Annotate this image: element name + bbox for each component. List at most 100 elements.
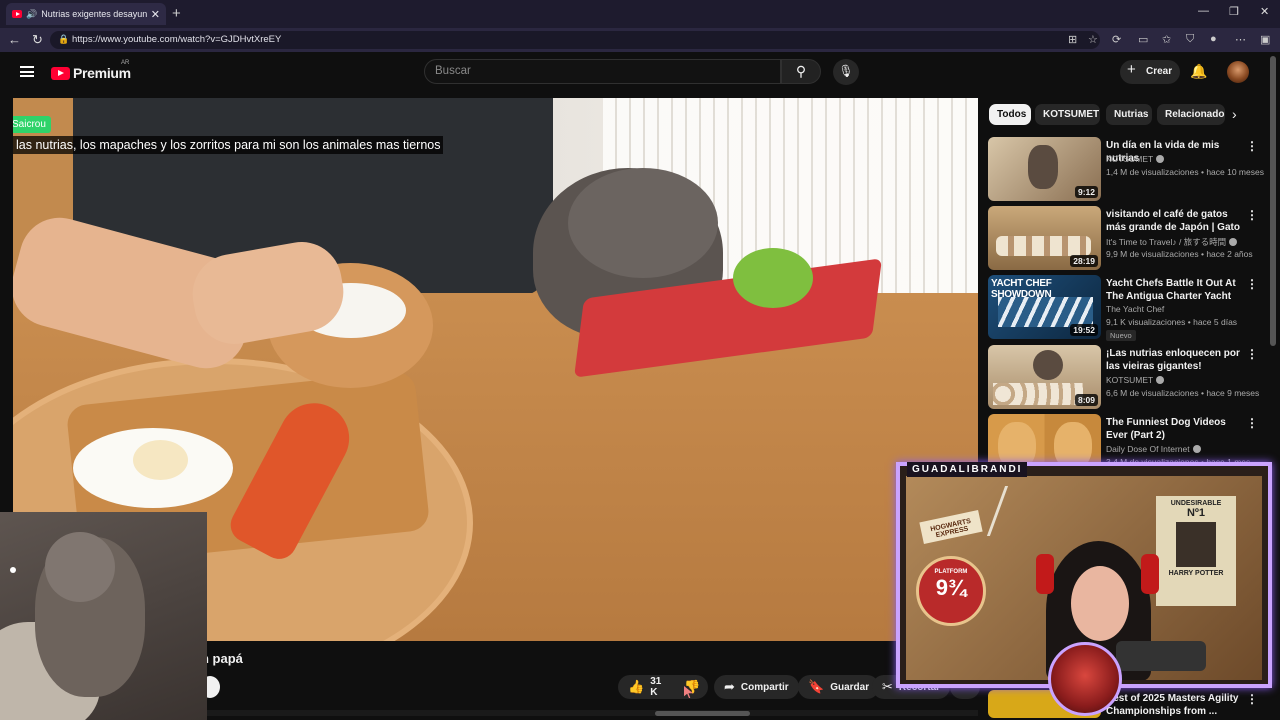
headphones-icon	[1036, 554, 1054, 594]
channel-name: KOTSUMET	[1106, 154, 1165, 164]
more-vertical-icon[interactable]: ⋮	[1246, 139, 1258, 153]
hogwarts-sign: HOGWARTS EXPRESS	[919, 510, 983, 544]
more-menu-icon[interactable]: ⋯	[1235, 33, 1246, 46]
recommendation-item[interactable]: 8:09 ¡Las nutrias enloquecen por las vie…	[988, 345, 1263, 411]
microphone-arm	[1116, 641, 1206, 671]
browser-tab[interactable]: 🔊 Nutrias exigentes desayunan con papá ✕	[6, 3, 166, 25]
youtube-favicon-icon	[12, 10, 22, 18]
user-avatar[interactable]	[1227, 61, 1249, 83]
recommendation-title[interactable]: The Funniest Dog Videos Ever (Part 2)	[1106, 416, 1246, 442]
platform-sign: PLATFORM 9¾	[916, 556, 986, 626]
create-button[interactable]: + Crear	[1120, 60, 1180, 84]
poster-name: HARRY POTTER	[1168, 570, 1224, 577]
lightning-bolt-icon	[986, 486, 1036, 536]
share-button[interactable]: ➦ Compartir	[714, 675, 799, 699]
app-icon[interactable]: ⊞	[1068, 33, 1077, 46]
close-tab-icon[interactable]: ✕	[151, 8, 160, 21]
like-count: 31 K	[650, 676, 662, 698]
recommendation-item[interactable]: 9:12 Un día en la vida de mis nutrias KO…	[988, 137, 1264, 203]
verified-check-icon	[1229, 238, 1238, 246]
like-button[interactable]: 👍 31 K	[618, 675, 676, 699]
scrollbar-thumb[interactable]	[655, 711, 750, 716]
url-text: https://www.youtube.com/watch?v=GJDHvtXr…	[72, 34, 282, 45]
extensions-icon[interactable]: ⟳	[1112, 33, 1121, 46]
thumbs-up-icon: 👍	[628, 679, 645, 694]
page-scrollbar[interactable]	[1270, 56, 1276, 346]
duration-badge: 9:12	[1074, 186, 1098, 198]
browser-toolbar: ← ↻ 🔒 https://www.youtube.com/watch?v=GJ…	[0, 28, 1280, 52]
chip-relacionados[interactable]: Relacionados	[1157, 104, 1225, 125]
youtube-logo[interactable]: Premium AR	[51, 60, 131, 81]
dislike-button[interactable]: 👎	[676, 675, 708, 699]
platform-number: 9¾	[935, 575, 967, 600]
save-label: Guardar	[830, 681, 870, 693]
video-thumbnail[interactable]: 9:12	[988, 137, 1101, 201]
video-meta: 1,4 M de visualizaciones • hace 10 meses	[1106, 167, 1264, 177]
address-bar[interactable]: 🔒 https://www.youtube.com/watch?v=GJDHvt…	[50, 31, 1100, 49]
video-thumbnail[interactable]: YACHT CHEF SHOWDOWN 19:52	[988, 275, 1101, 339]
shield-icon[interactable]: ⛉	[1186, 33, 1194, 46]
more-vertical-icon[interactable]: ⋮	[1246, 277, 1258, 291]
search-icon: ⚲	[795, 63, 807, 79]
favorite-star-icon[interactable]: ☆	[1088, 33, 1098, 46]
thumb-otter	[1033, 350, 1063, 380]
chip-kotsumet[interactable]: KOTSUMET	[1035, 104, 1100, 125]
new-tab-icon[interactable]: +	[172, 5, 181, 22]
duration-badge: 19:52	[1070, 324, 1098, 336]
recommendation-title[interactable]: ¡Las nutrias enloquecen por las vieiras …	[1106, 347, 1246, 373]
more-vertical-icon[interactable]: ⋮	[1246, 347, 1258, 361]
otter-overlay-cam	[0, 512, 207, 720]
video-meta: 6,6 M de visualizaciones • hace 9 meses	[1106, 388, 1260, 398]
notifications-bell-icon[interactable]: 🔔	[1190, 63, 1207, 80]
search-input[interactable]: Buscar	[424, 59, 781, 84]
recommendation-item[interactable]: Best of 2025 Masters Agility Championshi…	[988, 690, 1263, 718]
more-vertical-icon[interactable]: ⋮	[1246, 692, 1258, 706]
speaker-icon[interactable]: 🔊	[26, 9, 37, 20]
profile-icon[interactable]: ●	[1210, 33, 1217, 45]
search-button[interactable]: ⚲	[781, 59, 821, 84]
back-icon[interactable]: ←	[8, 32, 21, 47]
thumb-otter	[1028, 145, 1058, 189]
streamer-face	[1071, 566, 1129, 641]
browser-tab-bar: 🔊 Nutrias exigentes desayunan con papá ✕…	[0, 0, 1280, 28]
close-window-icon[interactable]: ✕	[1260, 5, 1269, 18]
video-otter-head	[568, 168, 718, 278]
streamer-name: GUADALIBRANDI	[907, 462, 1028, 477]
maximize-icon[interactable]: ❐	[1229, 5, 1239, 18]
voice-search-button[interactable]: 🎙	[833, 59, 859, 85]
share-label: Compartir	[740, 681, 789, 693]
recommendation-item[interactable]: YACHT CHEF SHOWDOWN 19:52 Yacht Chefs Ba…	[988, 275, 1263, 341]
light-dot	[10, 567, 16, 573]
chip-nutrias[interactable]: Nutrias	[1106, 104, 1152, 125]
more-vertical-icon[interactable]: ⋮	[1246, 208, 1258, 222]
new-badge: Nuevo	[1106, 330, 1136, 341]
save-button[interactable]: 🔖 Guardar	[798, 675, 880, 699]
minimize-icon[interactable]: —	[1198, 5, 1209, 17]
reload-icon[interactable]: ↻	[32, 32, 43, 48]
chat-username: Saicrou	[13, 116, 51, 133]
country-code: AR	[121, 60, 130, 66]
video-thumbnail[interactable]: 8:09	[988, 345, 1101, 409]
headphones-right	[1141, 554, 1159, 594]
recommendation-title[interactable]: Yacht Chefs Battle It Out At The Antigua…	[1106, 277, 1246, 304]
recommendation-title[interactable]: Best of 2025 Masters Agility Championshi…	[1106, 692, 1246, 718]
microphone-icon: 🎙	[838, 64, 854, 78]
split-screen-icon[interactable]: ▭	[1138, 33, 1148, 46]
streamer-avatar	[1048, 642, 1122, 716]
thumb-cats	[996, 236, 1091, 256]
channel-name: It's Time to Travel♪ / 旅する時間	[1106, 236, 1238, 248]
chat-message: las nutrias, los mapaches y los zorritos…	[13, 136, 444, 154]
favorites-icon[interactable]: ✩	[1162, 33, 1171, 46]
thumb-yachts	[998, 297, 1093, 327]
more-vertical-icon[interactable]: ⋮	[1246, 416, 1258, 430]
chevron-right-icon[interactable]: ›	[1232, 106, 1237, 122]
bookmark-icon: 🔖	[808, 679, 825, 694]
chip-todos[interactable]: Todos	[989, 104, 1031, 125]
poster-headline: UNDESIRABLE	[1170, 500, 1222, 507]
video-thumbnail[interactable]: 28:19	[988, 206, 1101, 270]
logo-word: Premium	[73, 65, 131, 81]
menu-icon[interactable]	[20, 66, 34, 77]
recommendation-item[interactable]: 28:19 visitando el café de gatos más gra…	[988, 206, 1263, 272]
sidebar-icon[interactable]: ▣	[1260, 33, 1270, 46]
recommendation-title[interactable]: visitando el café de gatos más grande de…	[1106, 208, 1246, 235]
